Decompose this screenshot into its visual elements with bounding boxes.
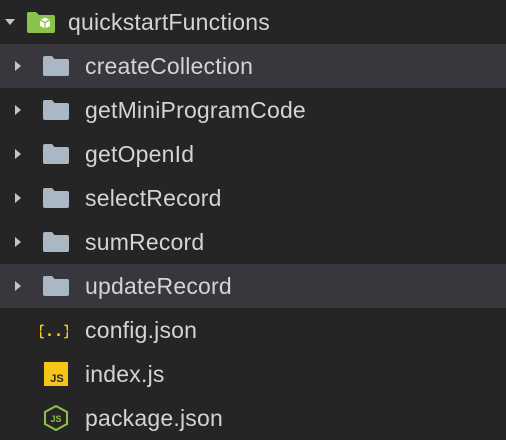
tree-root-label: quickstartFunctions — [68, 9, 270, 35]
tree-item-getopenid[interactable]: getOpenId — [0, 132, 506, 176]
tree-item-label: getOpenId — [85, 141, 195, 167]
folder-icon — [43, 276, 69, 296]
chevron-right-icon[interactable] — [12, 104, 24, 116]
folder-icon — [43, 232, 69, 252]
tree-file-package-json[interactable]: JS package.json — [0, 396, 506, 440]
tree-item-label: updateRecord — [85, 273, 232, 299]
tree-item-label: config.json — [85, 317, 198, 343]
folder-icon — [43, 56, 69, 76]
tree-item-selectrecord[interactable]: selectRecord — [0, 176, 506, 220]
chevron-down-icon[interactable] — [4, 16, 16, 28]
tree-item-updaterecord[interactable]: updateRecord — [0, 264, 506, 308]
chevron-right-icon[interactable] — [12, 60, 24, 72]
tree-root-quickstartfunctions[interactable]: quickstartFunctions — [0, 0, 506, 44]
svg-text:JS: JS — [50, 373, 63, 385]
tree-file-config-json[interactable]: {..} config.json — [0, 308, 506, 352]
tree-item-createcollection[interactable]: createCollection — [0, 44, 506, 88]
tree-item-label: createCollection — [85, 53, 254, 79]
chevron-right-icon[interactable] — [12, 236, 24, 248]
svg-text:{..}: {..} — [40, 322, 68, 340]
tree-item-label: sumRecord — [85, 229, 205, 255]
folder-icon — [43, 100, 69, 120]
chevron-right-icon[interactable] — [12, 280, 24, 292]
tree-item-getminiprogramcode[interactable]: getMiniProgramCode — [0, 88, 506, 132]
chevron-right-icon[interactable] — [12, 192, 24, 204]
nodejs-icon: JS — [44, 404, 68, 432]
file-explorer-tree: quickstartFunctions createCollection get… — [0, 0, 506, 440]
folder-icon — [43, 144, 69, 164]
json-braces-icon: {..} — [40, 322, 68, 340]
svg-text:JS: JS — [50, 414, 61, 424]
tree-item-label: getMiniProgramCode — [85, 97, 306, 123]
tree-item-label: index.js — [85, 361, 165, 387]
tree-item-label: package.json — [85, 405, 223, 431]
folder-icon — [43, 188, 69, 208]
tree-file-index-js[interactable]: JS index.js — [0, 352, 506, 396]
tree-item-sumrecord[interactable]: sumRecord — [0, 220, 506, 264]
cloud-function-folder-icon — [27, 12, 55, 33]
tree-item-label: selectRecord — [85, 185, 222, 211]
javascript-icon: JS — [44, 362, 68, 386]
chevron-right-icon[interactable] — [12, 148, 24, 160]
